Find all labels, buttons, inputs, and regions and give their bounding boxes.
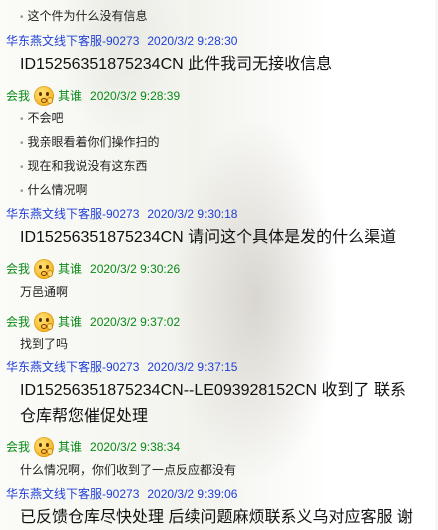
- timestamp: 2020/3/2 9:28:39: [90, 89, 181, 103]
- bullet-icon: •: [20, 186, 24, 197]
- thinking-emoji-icon: [34, 437, 55, 457]
- bullet-icon: •: [20, 162, 24, 173]
- staff-message-header: 华东燕文线下客服-90273 2020/3/2 9:39:06: [6, 487, 237, 501]
- sender-name: 其谁: [58, 89, 83, 103]
- timestamp: 2020/3/2 9:30:26: [90, 262, 181, 276]
- sender-prefix: 会我: [6, 315, 31, 329]
- thinking-emoji-icon: [34, 312, 55, 332]
- sender-prefix: 会我: [6, 89, 31, 103]
- bullet-icon: •: [20, 114, 24, 125]
- chat-transcript[interactable]: • 这个件为什么没有信息 华东燕文线下客服-90273 2020/3/2 9:28:…: [0, 0, 438, 530]
- message-text: • 我亲眼看着你们操作扫的: [20, 135, 160, 149]
- message-text: • 什么情况啊: [20, 183, 88, 197]
- staff-message-text: 已反馈仓库尽快处理 后续问题麻烦联系义乌对应客服 谢: [20, 509, 413, 526]
- staff-message-header: 华东燕文线下客服-90273 2020/3/2 9:37:15: [6, 360, 237, 374]
- message-text: • 现在和我说没有这东西: [20, 159, 148, 173]
- user-message-header: 会我 其谁 2020/3/2 9:37:02: [6, 312, 180, 332]
- sender-name: 其谁: [58, 440, 83, 454]
- sender-prefix: 会我: [6, 440, 31, 454]
- timestamp: 2020/3/2 9:39:06: [147, 487, 238, 501]
- message-text: • 不会吧: [20, 111, 64, 125]
- timestamp: 2020/3/2 9:37:02: [90, 315, 181, 329]
- message-text: • 这个件为什么没有信息: [20, 9, 148, 23]
- sender-name: 华东燕文线下客服-90273: [6, 34, 140, 48]
- staff-message-header: 华东燕文线下客服-90273 2020/3/2 9:28:30: [6, 34, 237, 48]
- thinking-emoji-icon: [34, 259, 55, 279]
- bullet-icon: •: [20, 12, 24, 23]
- timestamp: 2020/3/2 9:38:34: [90, 440, 181, 454]
- sender-prefix: 会我: [6, 262, 31, 276]
- staff-message-text: 仓库帮您催促处理: [20, 408, 149, 425]
- message-text: 万邑通啊: [20, 285, 69, 299]
- sender-name: 华东燕文线下客服-90273: [6, 360, 140, 374]
- staff-message-text: ID15256351875234CN--LE093928152CN 收到了 联系: [20, 382, 407, 399]
- timestamp: 2020/3/2 9:28:30: [147, 34, 238, 48]
- sender-name: 华东燕文线下客服-90273: [6, 207, 140, 221]
- thinking-emoji-icon: [34, 86, 55, 106]
- staff-message-text: ID15256351875234CN 请问这个具体是发的什么渠道: [20, 229, 397, 246]
- message-text: 找到了吗: [20, 337, 69, 351]
- user-message-header: 会我 其谁 2020/3/2 9:30:26: [6, 259, 180, 279]
- timestamp: 2020/3/2 9:37:15: [147, 360, 238, 374]
- sender-name: 其谁: [58, 315, 83, 329]
- user-message-header: 会我 其谁 2020/3/2 9:38:34: [6, 437, 180, 457]
- bullet-icon: •: [20, 138, 24, 149]
- timestamp: 2020/3/2 9:30:18: [147, 207, 238, 221]
- staff-message-text: ID15256351875234CN 此件我司无接收信息: [20, 56, 333, 73]
- user-message-header: 会我 其谁 2020/3/2 9:28:39: [6, 86, 180, 106]
- sender-name: 华东燕文线下客服-90273: [6, 487, 140, 501]
- message-text: 什么情况啊，你们收到了一点反应都没有: [20, 463, 237, 477]
- sender-name: 其谁: [58, 262, 83, 276]
- staff-message-header: 华东燕文线下客服-90273 2020/3/2 9:30:18: [6, 207, 237, 221]
